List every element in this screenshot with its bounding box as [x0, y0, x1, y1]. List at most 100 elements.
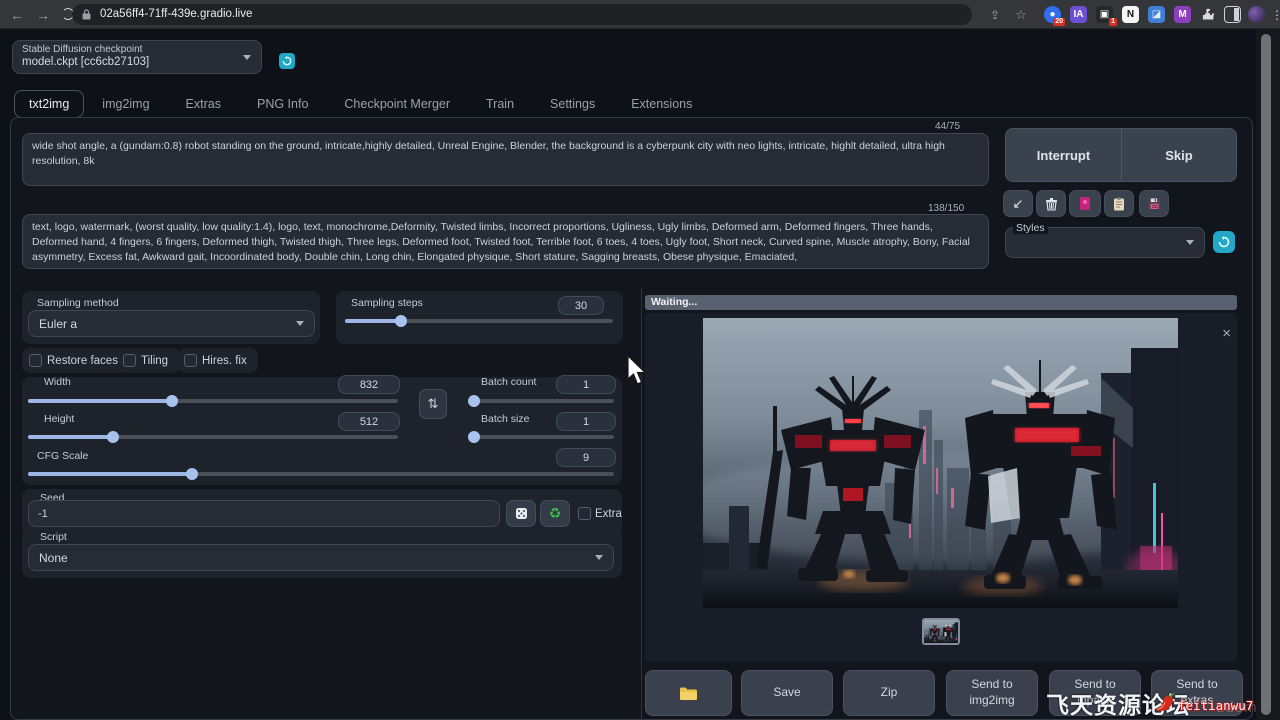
tab-png-info[interactable]: PNG Info — [239, 91, 326, 117]
negative-prompt-input[interactable]: text, logo, watermark, (worst quality, l… — [22, 214, 989, 269]
sampling-steps-label: Sampling steps — [351, 297, 423, 309]
scrollbar-thumb[interactable] — [1261, 34, 1271, 715]
tab-settings[interactable]: Settings — [532, 91, 613, 117]
tab-train[interactable]: Train — [468, 91, 532, 117]
main-tabbar: txt2img img2img Extras PNG Info Checkpoi… — [14, 90, 710, 118]
chili-icon — [1152, 690, 1178, 714]
refresh-icon — [1218, 236, 1230, 248]
tab-txt2img[interactable]: txt2img — [14, 90, 84, 118]
skip-button[interactable]: Skip — [1122, 128, 1237, 182]
hires-fix-checkbox[interactable] — [184, 354, 197, 367]
arrow-paste-icon: ↙ — [1013, 196, 1024, 212]
pin-badge: 20 — [1053, 18, 1065, 26]
styles-refresh-button[interactable] — [1213, 231, 1235, 253]
dice-icon — [515, 507, 528, 520]
tab-extensions[interactable]: Extensions — [613, 91, 710, 117]
checkpoint-dropdown[interactable]: Stable Diffusion checkpoint model.ckpt [… — [12, 40, 262, 74]
monica-extension-icon[interactable]: M — [1174, 6, 1191, 23]
mouse-cursor — [627, 355, 649, 387]
random-seed-button[interactable] — [506, 500, 536, 527]
width-label: Width — [44, 376, 71, 388]
script-value: None — [39, 551, 68, 565]
apply-style-button[interactable] — [1104, 190, 1134, 217]
script-label: Script — [40, 531, 67, 543]
batch-count-value[interactable]: 1 — [556, 375, 616, 394]
cfg-scale-label: CFG Scale — [37, 450, 88, 462]
tab-extras[interactable]: Extras — [168, 91, 239, 117]
profile-avatar[interactable] — [1248, 6, 1265, 23]
cfg-scale-value[interactable]: 9 — [556, 448, 616, 467]
browser-toolbar: ← → 02a56ff4-71ff-439e.gradio.live ⇪ ☆ ●… — [0, 0, 1280, 29]
seed-input[interactable]: -1 — [28, 500, 500, 527]
address-bar[interactable]: 02a56ff4-71ff-439e.gradio.live — [72, 4, 972, 25]
width-slider[interactable] — [28, 399, 398, 403]
checkpoint-refresh-button[interactable] — [279, 53, 295, 69]
extra-networks-button[interactable] — [1069, 190, 1101, 217]
tab-img2img[interactable]: img2img — [84, 91, 167, 117]
screen: ← → 02a56ff4-71ff-439e.gradio.live ⇪ ☆ ●… — [0, 0, 1280, 720]
share-icon[interactable]: ⇪ — [986, 6, 1004, 24]
script-dropdown[interactable]: None — [28, 544, 614, 571]
sampling-steps-value[interactable]: 30 — [558, 296, 604, 315]
restore-faces-checkbox[interactable] — [29, 354, 42, 367]
kebab-menu-icon[interactable]: ⋮ — [1268, 6, 1280, 24]
height-label: Height — [44, 413, 74, 425]
floppy-icon — [1148, 197, 1161, 210]
bookmark-star-icon[interactable]: ☆ — [1012, 6, 1030, 24]
sidepanel-icon[interactable] — [1224, 6, 1241, 23]
chevron-down-icon — [243, 55, 251, 60]
ia-extension-icon[interactable]: IA — [1070, 6, 1087, 23]
close-icon[interactable]: × — [1222, 325, 1231, 342]
restore-faces-label: Restore faces — [47, 355, 118, 367]
puzzle-extensions-icon[interactable] — [1200, 6, 1217, 23]
styles-label: Styles — [1013, 222, 1048, 234]
negative-prompt-counter: 138/150 — [928, 203, 964, 214]
batch-size-value[interactable]: 1 — [556, 412, 616, 431]
tiling-checkbox[interactable] — [123, 354, 136, 367]
send-to-img2img-button[interactable]: Send to img2img — [946, 670, 1038, 716]
height-value[interactable]: 512 — [338, 412, 400, 431]
gallery-thumbnail[interactable] — [922, 618, 960, 645]
pin-extension-icon[interactable]: ● 20 — [1044, 6, 1061, 23]
notion-extension-icon[interactable]: N — [1122, 6, 1139, 23]
column-divider — [641, 288, 642, 719]
tiling-label: Tiling — [141, 355, 168, 367]
save-style-button[interactable] — [1139, 190, 1169, 217]
interrupt-button[interactable]: Interrupt — [1005, 128, 1122, 182]
tab-checkpoint-merger[interactable]: Checkpoint Merger — [326, 91, 468, 117]
prompt-input[interactable]: wide shot angle, a (gundam:0.8) robot st… — [22, 133, 989, 186]
image-extension-icon[interactable]: ◪ — [1148, 6, 1165, 23]
height-slider[interactable] — [28, 435, 398, 439]
cfg-scale-slider[interactable] — [28, 472, 614, 476]
clear-prompt-button[interactable] — [1036, 190, 1066, 217]
batch-size-label: Batch size — [481, 413, 529, 425]
save-button[interactable]: Save — [741, 670, 833, 716]
swap-dimensions-button[interactable]: ⇅ — [419, 389, 447, 419]
zip-button[interactable]: Zip — [843, 670, 935, 716]
checkpoint-value: model.ckpt [cc6cb27103] — [22, 56, 149, 68]
sampling-method-dropdown[interactable]: Euler a — [28, 310, 315, 337]
batch-count-label: Batch count — [481, 376, 536, 388]
generated-image[interactable] — [703, 318, 1178, 608]
width-value[interactable]: 832 — [338, 375, 400, 394]
seed-extra-checkbox[interactable] — [578, 507, 591, 520]
forward-icon[interactable]: → — [34, 6, 52, 24]
chevron-down-icon — [1186, 240, 1194, 245]
reuse-seed-button[interactable]: ♻ — [540, 500, 570, 527]
seed-extra-label: Extra — [595, 508, 622, 520]
prompt-counter: 44/75 — [935, 121, 960, 132]
recycle-icon: ♻ — [549, 505, 562, 522]
swap-icon: ⇅ — [428, 396, 439, 412]
checkpoint-label: Stable Diffusion checkpoint — [22, 44, 142, 55]
back-icon[interactable]: ← — [8, 6, 26, 24]
open-folder-button[interactable] — [645, 670, 732, 716]
batch-size-slider[interactable] — [468, 435, 614, 439]
trash-icon — [1045, 197, 1058, 211]
lock-icon — [82, 9, 91, 20]
batch-count-slider[interactable] — [468, 399, 614, 403]
sampling-steps-slider[interactable] — [345, 319, 613, 323]
chevron-down-icon — [296, 321, 304, 326]
camera-extension-icon[interactable]: ▣ 1 — [1096, 6, 1113, 23]
url-text: 02a56ff4-71ff-439e.gradio.live — [100, 4, 252, 25]
paste-prompt-button[interactable]: ↙ — [1003, 190, 1033, 217]
